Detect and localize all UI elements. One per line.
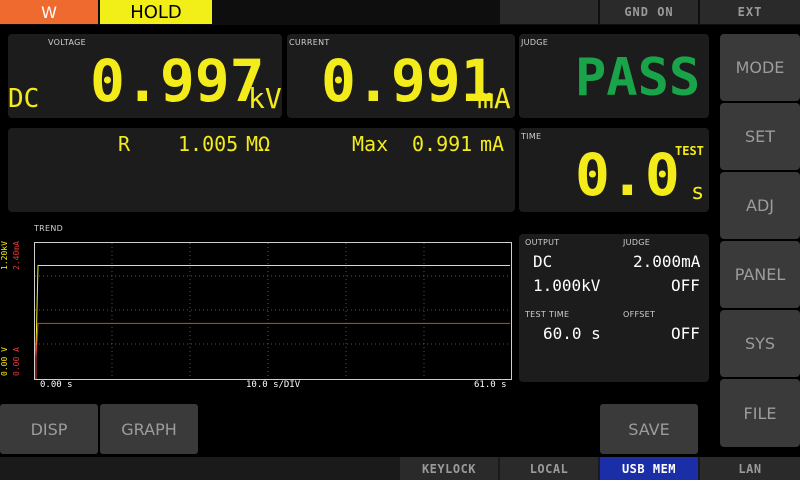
voltage-unit: kV xyxy=(248,82,282,115)
graph-button[interactable]: GRAPH xyxy=(100,404,198,454)
time-unit: s xyxy=(691,180,705,205)
judge-limit: 2.000mA xyxy=(633,252,701,271)
voltage-label: VOLTAGE xyxy=(48,38,86,47)
max-current-label: Max xyxy=(352,132,389,156)
test-time-label: TEST TIME xyxy=(525,310,570,319)
judge-result: PASS xyxy=(575,48,701,108)
output-voltage: 1.000kV xyxy=(533,276,601,295)
keylock-indicator: KEYLOCK xyxy=(400,457,498,480)
output-type: DC xyxy=(533,252,553,271)
current-label: CURRENT xyxy=(289,38,330,47)
x-axis-start: 0.00 s xyxy=(40,380,73,390)
resistance-value: 1.005 xyxy=(178,132,239,156)
y-axis-voltage-max: 1.20kV xyxy=(0,241,9,270)
ext-indicator: EXT xyxy=(700,0,800,24)
y-axis-voltage-min: 0.00 V xyxy=(0,347,9,376)
test-time-value: 60.0 s xyxy=(543,324,601,343)
gnd-on-indicator: GND ON xyxy=(600,0,698,24)
settings-panel: OUTPUT JUDGE DC 2.000mA 1.000kV OFF TEST… xyxy=(519,234,709,382)
output-label: OUTPUT xyxy=(525,238,560,247)
time-panel: TIME TEST 0.0 s xyxy=(519,128,709,212)
local-indicator: LOCAL xyxy=(500,457,598,480)
resistance-max-panel: R 1.005 MΩ Max 0.991 mA xyxy=(8,128,515,212)
mode-indicator-w: W xyxy=(0,0,98,24)
time-label: TIME xyxy=(521,132,542,141)
judge-setting-label: JUDGE xyxy=(623,238,651,247)
lan-indicator: LAN xyxy=(700,457,800,480)
voltage-value: 0.997 xyxy=(90,47,265,115)
menu-sys-button[interactable]: SYS xyxy=(720,310,800,377)
trend-area: TREND 1.20kV 2.40mA 0.00 V 0.00 A 0.00 s… xyxy=(0,222,516,394)
save-button[interactable]: SAVE xyxy=(600,404,698,454)
x-axis-end: 61.0 s xyxy=(474,380,507,390)
judge-label: JUDGE xyxy=(521,38,549,47)
menu-adj-button[interactable]: ADJ xyxy=(720,172,800,239)
offset-value: OFF xyxy=(671,324,700,343)
resistance-label: R xyxy=(118,132,131,156)
disp-button[interactable]: DISP xyxy=(0,404,98,454)
y-axis-current-min: 0.00 A xyxy=(12,347,21,376)
menu-panel-button[interactable]: PANEL xyxy=(720,241,800,308)
max-current-value: 0.991 xyxy=(412,132,473,156)
trend-plot xyxy=(34,242,512,380)
menu-file-button[interactable]: FILE xyxy=(720,379,800,447)
trend-label: TREND xyxy=(34,224,64,233)
resistance-unit: MΩ xyxy=(246,132,271,156)
voltage-type: DC xyxy=(8,84,40,114)
x-axis-div: 10.0 s/DIV xyxy=(246,380,301,390)
judge-panel: JUDGE PASS xyxy=(519,34,709,118)
current-unit: mA xyxy=(477,82,511,115)
y-axis-current-max: 2.40mA xyxy=(12,241,21,270)
judge-lower: OFF xyxy=(671,276,700,295)
time-value: 0.0 xyxy=(575,141,680,209)
max-current-unit: mA xyxy=(480,132,505,156)
menu-mode-button[interactable]: MODE xyxy=(720,34,800,101)
plot-frame xyxy=(34,242,512,380)
menu-set-button[interactable]: SET xyxy=(720,103,800,170)
hold-indicator: HOLD xyxy=(100,0,212,24)
status-slot-empty xyxy=(500,0,598,24)
voltage-panel: VOLTAGE DC 0.997 kV xyxy=(8,34,282,118)
offset-label: OFFSET xyxy=(623,310,656,319)
current-value: 0.991 xyxy=(321,47,496,115)
current-panel: CURRENT 0.991 mA xyxy=(287,34,515,118)
usb-mem-indicator: USB MEM xyxy=(600,457,698,480)
